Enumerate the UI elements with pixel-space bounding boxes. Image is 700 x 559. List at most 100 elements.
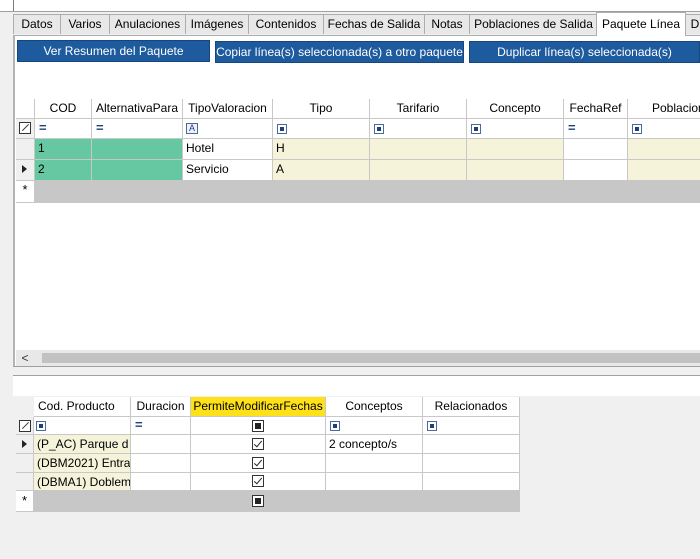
cell-conceptos[interactable]: [326, 454, 423, 473]
filter-permitemodificarfechas[interactable]: [191, 417, 326, 435]
new-row-cell[interactable]: [183, 181, 273, 203]
row-selector[interactable]: [16, 473, 34, 491]
lower-grid-toolbar-area: [13, 377, 700, 396]
tab-anulaciones[interactable]: Anulaciones: [109, 14, 186, 34]
copiar-lineas-button[interactable]: Copiar línea(s) seleccionada(s) a otro p…: [215, 41, 464, 63]
column-header-tarifario[interactable]: Tarifario: [370, 99, 467, 119]
cell-relacionados[interactable]: [423, 454, 520, 473]
tab-paquete-linea[interactable]: Paquete Línea: [596, 12, 686, 36]
cell-cod[interactable]: 2: [35, 160, 92, 181]
row-selector[interactable]: [16, 454, 34, 473]
tab-d[interactable]: D: [685, 14, 700, 34]
new-row-cell[interactable]: [467, 181, 564, 203]
filter-cod-producto[interactable]: [34, 417, 131, 435]
cell-alternativapara[interactable]: [92, 139, 183, 160]
tab-imagenes[interactable]: Imágenes: [185, 14, 249, 34]
column-header-relacionados[interactable]: Relacionados: [423, 397, 520, 417]
duplicar-lineas-button[interactable]: Duplicar línea(s) seleccionada(s): [469, 41, 700, 63]
cell-concepto[interactable]: [467, 139, 564, 160]
cell-cod-producto[interactable]: (DBMA1) Doblem: [34, 473, 131, 491]
permite-checkbox[interactable]: [252, 475, 264, 487]
cell-duracion[interactable]: [131, 473, 191, 491]
column-header-tipo[interactable]: Tipo: [273, 99, 370, 119]
permite-checkbox[interactable]: [252, 438, 264, 450]
cell-poblacion[interactable]: [628, 160, 700, 181]
cell-fecharef[interactable]: [564, 139, 628, 160]
column-header-alternativapara[interactable]: AlternativaPara: [92, 99, 183, 119]
new-row-indicator[interactable]: *: [16, 181, 35, 203]
cell-cod-producto[interactable]: (P_AC) Parque d: [34, 435, 131, 454]
filter-conceptos[interactable]: [326, 417, 423, 435]
cell-tipo[interactable]: H: [273, 139, 370, 160]
cell-relacionados[interactable]: [423, 473, 520, 491]
filter-tipovaloracion[interactable]: A: [183, 119, 273, 139]
cell-duracion[interactable]: [131, 454, 191, 473]
cell-permitemodificarfechas[interactable]: [191, 454, 326, 473]
column-header-concepto[interactable]: Concepto: [467, 99, 564, 119]
new-row-cell[interactable]: [628, 181, 700, 203]
tab-fechas-de-salida[interactable]: Fechas de Salida: [323, 14, 425, 34]
column-header-conceptos[interactable]: Conceptos: [326, 397, 423, 417]
cell-relacionados[interactable]: [423, 435, 520, 454]
tab-varios[interactable]: Varios: [60, 14, 110, 34]
new-row-cell[interactable]: [131, 491, 191, 512]
column-header-permitemodificarfechas[interactable]: PermiteModificarFechas: [191, 397, 326, 417]
filter-poblacion[interactable]: [628, 119, 700, 139]
scrollbar-thumb[interactable]: [42, 353, 700, 363]
ver-resumen-button[interactable]: Ver Resumen del Paquete: [17, 40, 210, 62]
current-row-indicator-icon[interactable]: [16, 435, 34, 454]
cell-tarifario[interactable]: [370, 139, 467, 160]
tab-contenidos[interactable]: Contenidos: [248, 14, 324, 34]
new-row-cell[interactable]: [370, 181, 467, 203]
tab-datos[interactable]: Datos: [13, 14, 61, 34]
cell-permitemodificarfechas[interactable]: [191, 435, 326, 454]
cell-duracion[interactable]: [131, 435, 191, 454]
cell-concepto[interactable]: [467, 160, 564, 181]
new-row-cell[interactable]: [423, 491, 520, 512]
new-row-cell[interactable]: [326, 491, 423, 512]
cell-cod[interactable]: 1: [35, 139, 92, 160]
tab-poblaciones-de-salida[interactable]: Poblaciones de Salida: [469, 14, 598, 34]
filter-tipo[interactable]: [273, 119, 370, 139]
filter-alternativapara[interactable]: =: [92, 119, 183, 139]
filter-cod[interactable]: =: [35, 119, 92, 139]
tab-notas[interactable]: Notas: [424, 14, 470, 34]
filter-duracion[interactable]: =: [131, 417, 191, 435]
clear-filters-icon[interactable]: [16, 119, 35, 139]
cell-permitemodificarfechas[interactable]: [191, 473, 326, 491]
cell-tipovaloracion[interactable]: Servicio: [183, 160, 273, 181]
column-header-tipovaloracion[interactable]: TipoValoracion: [183, 99, 273, 119]
grid-splitter[interactable]: [13, 366, 700, 376]
filter-tarifario[interactable]: [370, 119, 467, 139]
row-selector[interactable]: [16, 139, 35, 160]
new-row-cell[interactable]: [92, 181, 183, 203]
column-header-duracion[interactable]: Duracion: [131, 397, 191, 417]
cell-fecharef[interactable]: [564, 160, 628, 181]
clear-filters-icon[interactable]: [16, 417, 34, 435]
new-row-indicator[interactable]: *: [16, 491, 34, 512]
upper-grid-horizontal-scrollbar[interactable]: <: [16, 350, 700, 366]
column-header-cod-producto[interactable]: Cod. Producto: [34, 397, 131, 417]
column-header-poblacion[interactable]: Poblacion: [628, 99, 700, 119]
new-row-cell[interactable]: [191, 491, 326, 512]
new-row-cell[interactable]: [35, 181, 92, 203]
cell-tipo[interactable]: A: [273, 160, 370, 181]
cell-alternativapara[interactable]: [92, 160, 183, 181]
current-row-indicator-icon[interactable]: [16, 160, 35, 181]
column-header-fecharef[interactable]: FechaRef: [564, 99, 628, 119]
filter-concepto[interactable]: [467, 119, 564, 139]
cell-tipovaloracion[interactable]: Hotel: [183, 139, 273, 160]
cell-poblacion[interactable]: [628, 139, 700, 160]
scroll-left-icon[interactable]: <: [18, 350, 32, 366]
permite-checkbox[interactable]: [252, 457, 264, 469]
new-row-cell[interactable]: [564, 181, 628, 203]
filter-fecharef[interactable]: =: [564, 119, 628, 139]
new-row-cell[interactable]: [34, 491, 131, 512]
column-header-cod[interactable]: COD: [35, 99, 92, 119]
cell-cod-producto[interactable]: (DBM2021) Entra: [34, 454, 131, 473]
cell-conceptos[interactable]: [326, 473, 423, 491]
filter-relacionados[interactable]: [423, 417, 520, 435]
cell-tarifario[interactable]: [370, 160, 467, 181]
new-row-cell[interactable]: [273, 181, 370, 203]
cell-conceptos[interactable]: 2 concepto/s: [326, 435, 423, 454]
